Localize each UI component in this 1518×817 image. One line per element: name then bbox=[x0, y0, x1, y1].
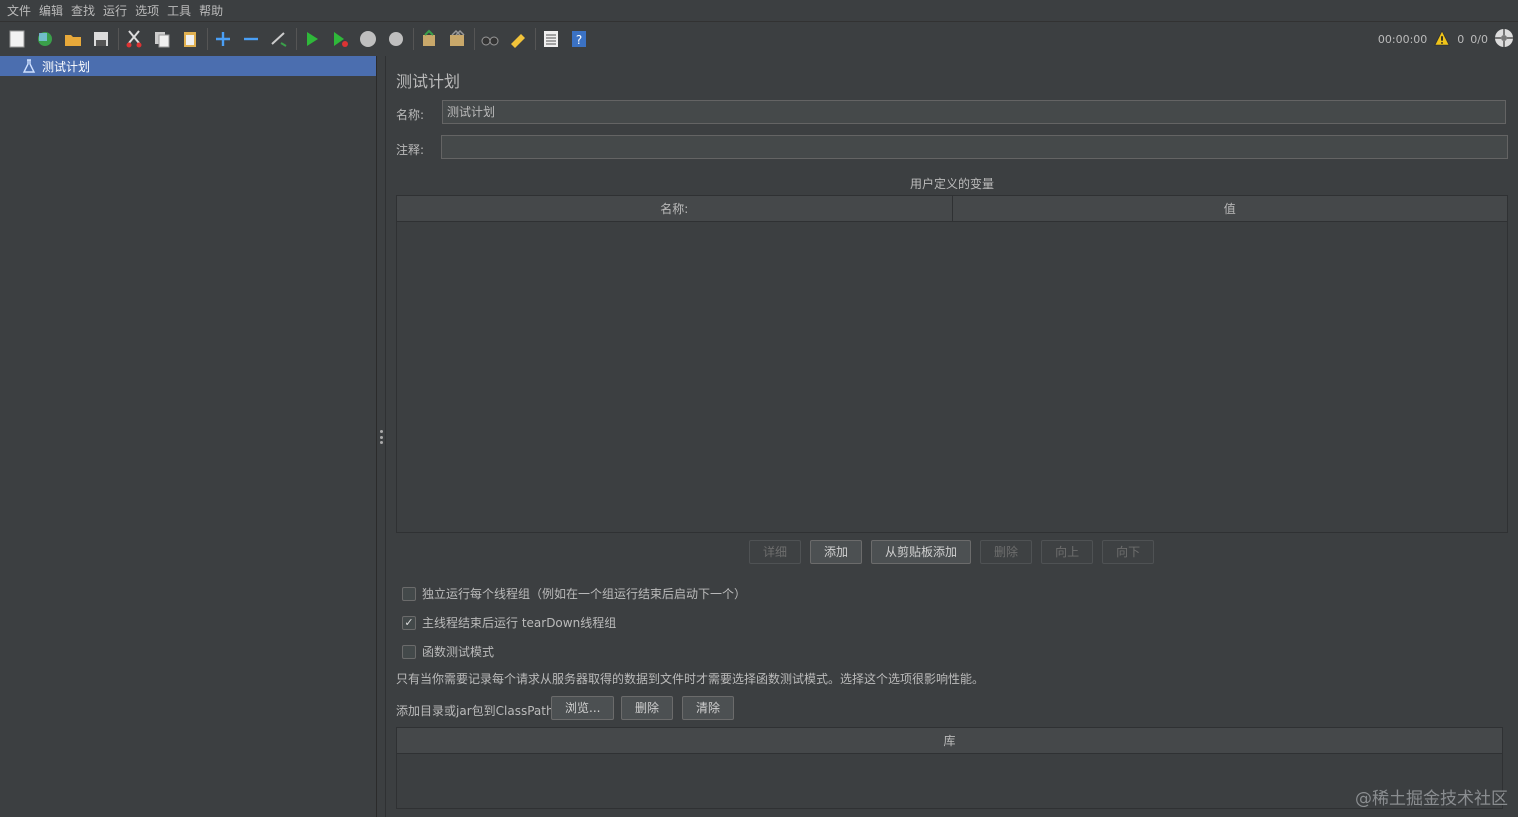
start-no-pause-icon[interactable] bbox=[329, 28, 351, 50]
toolbar-separator bbox=[474, 28, 475, 50]
test-plan-panel: 测试计划 名称: 测试计划 注释: 用户定义的变量 名称: 值 详细 添加 从剪… bbox=[387, 56, 1518, 817]
functional-mode-note: 只有当你需要记录每个请求从服务器取得的数据到文件时才需要选择函数测试模式。选择这… bbox=[396, 672, 985, 686]
page-title: 测试计划 bbox=[396, 72, 461, 91]
delete-button[interactable]: 删除 bbox=[980, 540, 1033, 564]
expand-icon[interactable] bbox=[212, 28, 234, 50]
test-plan-tree: 测试计划 bbox=[0, 56, 377, 817]
toolbar-separator bbox=[413, 28, 414, 50]
functional-mode-option[interactable]: 函数测试模式 bbox=[402, 643, 494, 660]
name-field[interactable]: 测试计划 bbox=[442, 100, 1506, 124]
table-header: 库 bbox=[397, 728, 1502, 754]
clear-icon[interactable] bbox=[418, 28, 440, 50]
menu-tools[interactable]: 工具 bbox=[163, 2, 195, 19]
teardown-option[interactable]: ✓ 主线程结束后运行 tearDown线程组 bbox=[402, 614, 616, 631]
open-icon[interactable] bbox=[62, 28, 84, 50]
user-variables-table: 名称: 值 bbox=[396, 195, 1508, 533]
clear-all-icon[interactable] bbox=[446, 28, 468, 50]
classpath-clear-button[interactable]: 清除 bbox=[682, 696, 735, 720]
warning-count: 0 bbox=[1457, 32, 1465, 46]
toolbar: ? 00:00:00 0 0/0 bbox=[0, 22, 1518, 56]
serialize-label: 独立运行每个线程组（例如在一个组运行结束后启动下一个） bbox=[422, 587, 747, 601]
teardown-checkbox[interactable]: ✓ bbox=[402, 615, 416, 630]
add-button[interactable]: 添加 bbox=[810, 540, 863, 564]
functional-mode-label: 函数测试模式 bbox=[422, 645, 495, 659]
thread-count: 0/0 bbox=[1470, 32, 1488, 46]
shutdown-icon[interactable] bbox=[385, 28, 407, 50]
teardown-label: 主线程结束后运行 tearDown线程组 bbox=[422, 616, 617, 630]
column-header-library[interactable]: 库 bbox=[397, 728, 1502, 753]
browse-button[interactable]: 浏览... bbox=[551, 696, 615, 720]
classpath-delete-button[interactable]: 删除 bbox=[621, 696, 674, 720]
library-table: 库 bbox=[396, 727, 1503, 809]
add-from-clipboard-button[interactable]: 从剪贴板添加 bbox=[871, 540, 972, 564]
new-icon[interactable] bbox=[6, 28, 28, 50]
move-down-button[interactable]: 向下 bbox=[1102, 540, 1155, 564]
menu-help[interactable]: 帮助 bbox=[195, 2, 227, 19]
menu-run[interactable]: 运行 bbox=[99, 2, 131, 19]
table-header: 名称: 值 bbox=[397, 196, 1507, 222]
reset-search-icon[interactable] bbox=[507, 28, 529, 50]
menu-options[interactable]: 选项 bbox=[131, 2, 163, 19]
status-area: 00:00:00 0 0/0 bbox=[1378, 22, 1514, 56]
menu-search[interactable]: 查找 bbox=[67, 2, 99, 19]
move-up-button[interactable]: 向上 bbox=[1041, 540, 1094, 564]
templates-icon[interactable] bbox=[34, 28, 56, 50]
toggle-icon[interactable] bbox=[268, 28, 290, 50]
stop-icon[interactable] bbox=[357, 28, 379, 50]
menu-bar: 文件 编辑 查找 运行 选项 工具 帮助 bbox=[0, 0, 1518, 22]
user-variables-title: 用户定义的变量 bbox=[909, 177, 994, 191]
elapsed-timer: 00:00:00 bbox=[1377, 32, 1428, 46]
cut-icon[interactable] bbox=[123, 28, 145, 50]
serialize-checkbox[interactable] bbox=[402, 586, 416, 601]
column-header-name[interactable]: 名称: bbox=[397, 196, 952, 221]
menu-edit[interactable]: 编辑 bbox=[35, 2, 67, 19]
remote-icon[interactable] bbox=[1494, 28, 1514, 51]
start-icon[interactable] bbox=[301, 28, 323, 50]
column-header-value[interactable]: 值 bbox=[951, 196, 1508, 221]
save-icon[interactable] bbox=[90, 28, 112, 50]
help-icon[interactable]: ? bbox=[568, 28, 590, 50]
watermark: @稀土掘金技术社区 bbox=[1355, 789, 1508, 809]
paste-icon[interactable] bbox=[179, 28, 201, 50]
name-label: 名称: bbox=[396, 108, 425, 122]
serialize-threadgroups-option[interactable]: 独立运行每个线程组（例如在一个组运行结束后启动下一个） bbox=[402, 585, 746, 602]
split-pane-divider[interactable] bbox=[377, 56, 386, 817]
warning-icon[interactable] bbox=[1433, 29, 1451, 50]
copy-icon[interactable] bbox=[151, 28, 173, 50]
comment-label: 注释: bbox=[396, 143, 425, 157]
search-icon[interactable] bbox=[479, 28, 501, 50]
detail-button[interactable]: 详细 bbox=[749, 540, 802, 564]
table-button-row: 详细 添加 从剪贴板添加 删除 向上 向下 bbox=[749, 540, 1155, 564]
svg-text:?: ? bbox=[576, 33, 582, 47]
toolbar-separator bbox=[207, 28, 208, 50]
classpath-label: 添加目录或jar包到ClassPath bbox=[396, 704, 554, 718]
toolbar-separator bbox=[296, 28, 297, 50]
tree-item-label: 测试计划 bbox=[42, 59, 91, 74]
toolbar-separator bbox=[118, 28, 119, 50]
tree-item-test-plan[interactable]: 测试计划 bbox=[0, 56, 376, 76]
comment-field[interactable] bbox=[441, 135, 1508, 159]
functional-mode-checkbox[interactable] bbox=[402, 644, 416, 659]
toolbar-separator bbox=[535, 28, 536, 50]
collapse-icon[interactable] bbox=[240, 28, 262, 50]
function-helper-icon[interactable] bbox=[540, 28, 562, 50]
test-plan-icon bbox=[22, 59, 36, 73]
menu-file[interactable]: 文件 bbox=[3, 2, 35, 19]
grip-icon bbox=[380, 430, 383, 444]
